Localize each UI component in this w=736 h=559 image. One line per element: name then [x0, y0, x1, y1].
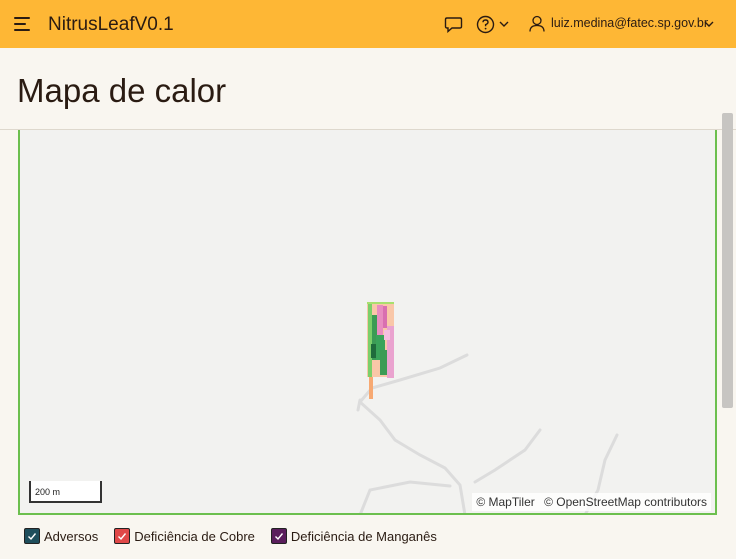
attribution-maptiler[interactable]: © MapTiler: [476, 495, 534, 509]
menu-icon[interactable]: [14, 16, 34, 32]
map-road: [356, 398, 362, 412]
map-road: [357, 386, 467, 513]
checkbox-icon[interactable]: [114, 528, 131, 544]
legend-item-adversos[interactable]: Adversos: [24, 528, 98, 544]
checkbox-icon[interactable]: [24, 528, 40, 544]
scrollbar[interactable]: [722, 113, 733, 408]
map-attribution: © MapTiler © OpenStreetMap contributors: [472, 493, 711, 511]
app-title[interactable]: NitrusLeafV0.1: [48, 14, 174, 36]
chevron-down-icon[interactable]: [703, 18, 715, 30]
heat-map[interactable]: 200 m © MapTiler © OpenStreetMap contrib…: [18, 130, 717, 515]
user-icon[interactable]: [529, 15, 545, 32]
user-email[interactable]: luiz.medina@fatec.sp.gov.br: [551, 16, 708, 30]
legend-label: Deficiência de Manganês: [290, 528, 437, 544]
legend: Adversos Deficiência de Cobre Deficiênci…: [24, 528, 453, 544]
checkbox-icon[interactable]: [270, 528, 287, 544]
page-title: Mapa de calor: [17, 72, 227, 109]
map-canvas[interactable]: [20, 130, 717, 515]
legend-item-deficiencia-manganes[interactable]: Deficiência de Manganês: [270, 528, 437, 544]
page-header: Mapa de calor: [0, 48, 736, 130]
legend-item-deficiencia-cobre[interactable]: Deficiência de Cobre: [114, 528, 255, 544]
legend-label: Adversos: [44, 528, 99, 544]
map-road: [473, 428, 542, 484]
top-bar: NitrusLeafV0.1 luiz.medina@fatec.sp.gov.…: [0, 0, 736, 48]
map-road: [359, 480, 452, 513]
chevron-down-icon[interactable]: [498, 18, 510, 30]
attribution-osm[interactable]: © OpenStreetMap contributors: [544, 495, 707, 509]
scale-bar: 200 m: [29, 481, 102, 503]
help-icon[interactable]: [476, 15, 495, 34]
chat-icon[interactable]: [444, 16, 463, 33]
legend-label: Deficiência de Cobre: [134, 528, 255, 544]
